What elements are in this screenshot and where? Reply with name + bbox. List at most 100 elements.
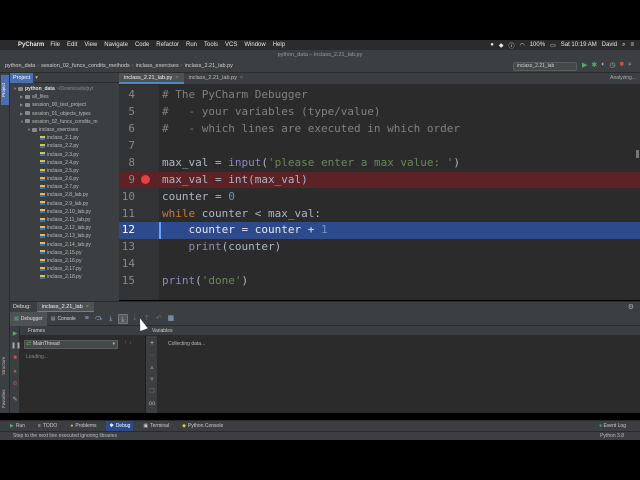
menubar-user[interactable]: David — [602, 42, 617, 48]
tab-debugger[interactable]: ▦ Debugger — [10, 311, 47, 326]
coverage-icon[interactable]: ◐ — [601, 61, 605, 69]
chevron-down-icon[interactable]: ▾ — [35, 75, 38, 81]
breadcrumb-session[interactable]: session_02_funcs_condits_methods — [41, 63, 130, 69]
tree-file[interactable]: inclass_2.7.py — [10, 183, 119, 191]
gear-icon[interactable]: ⚙ — [628, 303, 634, 311]
search-icon[interactable]: ⌕ — [622, 42, 625, 49]
battery-percent[interactable]: 100% — [530, 42, 545, 48]
tree-file[interactable]: inclass_2.11_lab.py — [10, 216, 119, 224]
step-into-my-code-icon[interactable]: ⤓ — [117, 313, 128, 324]
arrow-down-icon[interactable]: ↓ — [129, 340, 132, 346]
breakpoint-icon[interactable] — [141, 175, 150, 184]
show-execution-point-icon[interactable]: ≡ — [82, 314, 92, 324]
mute-breakpoints-icon[interactable]: ⊘ — [11, 380, 19, 388]
tree-file[interactable]: inclass_2.8_lab.py — [10, 191, 119, 199]
tree-file[interactable]: inclass_2.10_lab.py — [10, 208, 119, 216]
editor-scrollbar[interactable] — [636, 150, 639, 158]
side-tab-project[interactable]: Project — [1, 75, 9, 105]
code-editor[interactable] — [159, 85, 640, 300]
menu-help[interactable]: Help — [273, 42, 285, 48]
tree-file[interactable]: inclass_2.13_lab.py — [10, 232, 119, 240]
tree-file[interactable]: inclass_2.12_lab.py — [10, 224, 119, 232]
battery-icon[interactable]: ▭ — [550, 42, 556, 49]
tree-folder[interactable]: ▼ inclass_exercises — [10, 126, 119, 134]
tree-folder[interactable]: ▶ all_files — [10, 93, 119, 101]
menu-file[interactable]: File — [50, 42, 60, 48]
thread-select[interactable]: MainThread ▾ — [24, 340, 118, 349]
view-breakpoints-icon[interactable]: ● — [11, 368, 19, 376]
menu-tools[interactable]: Tools — [204, 42, 218, 48]
debug-icon[interactable]: ✱ — [591, 61, 597, 69]
run-icon[interactable]: ▶ — [582, 61, 587, 69]
tree-folder[interactable]: ▶ session_01_objects_types — [10, 110, 119, 118]
tree-file[interactable]: inclass_2.16.py — [10, 257, 119, 265]
tree-folder[interactable]: ▼ session_02_funcs_condits_m — [10, 118, 119, 126]
tree-file[interactable]: inclass_2.3.py — [10, 151, 119, 159]
dropbox-icon[interactable]: ◆ — [499, 42, 504, 49]
tree-file[interactable]: inclass_2.5.py — [10, 167, 119, 175]
wifi-icon[interactable]: ◠ — [519, 42, 524, 49]
remove-watch-icon[interactable]: − — [148, 352, 156, 360]
tool-debug[interactable]: ✱ Debug — [106, 420, 134, 432]
profile-icon[interactable]: ◷ — [610, 61, 616, 69]
add-watch-icon[interactable]: + — [148, 340, 156, 348]
arrow-up-icon[interactable]: ↑ — [124, 340, 127, 346]
resume-icon[interactable]: ▶ — [11, 330, 19, 338]
step-into-icon[interactable]: ⤓ — [106, 314, 116, 324]
evaluate-expression-icon[interactable]: ▦ — [166, 314, 176, 324]
tree-file[interactable]: inclass_2.4.py — [10, 159, 119, 167]
copy-icon[interactable]: ❐ — [148, 388, 156, 396]
close-icon[interactable]: × — [86, 304, 89, 310]
tree-file[interactable]: inclass_2.6.py — [10, 175, 119, 183]
menu-app-name[interactable]: PyCharm — [18, 42, 44, 48]
menu-run[interactable]: Run — [186, 42, 197, 48]
side-tab-favorites[interactable]: Favorites — [1, 385, 9, 413]
menubar-clock[interactable]: Sat 10:19 AM — [561, 42, 597, 48]
tool-python-console[interactable]: ◆ Python Console — [179, 421, 226, 432]
breadcrumb-folder[interactable]: inclass_exercises — [136, 63, 179, 69]
step-over-icon[interactable]: ⤼ — [94, 314, 104, 324]
run-to-cursor-icon[interactable]: ↶ — [154, 314, 164, 324]
tool-terminal[interactable]: ▣ Terminal — [140, 421, 172, 432]
tree-file[interactable]: inclass_2.9_lab.py — [10, 200, 119, 208]
tool-problems[interactable]: ● Problems — [67, 421, 99, 432]
glasses-icon[interactable]: oo — [148, 400, 156, 408]
tree-file[interactable]: inclass_2.14_lab.py — [10, 241, 119, 249]
control-center-icon[interactable]: ≡ — [630, 42, 634, 48]
project-panel-title[interactable]: Project — [10, 73, 34, 83]
menu-navigate[interactable]: Navigate — [104, 42, 128, 48]
tool-todo[interactable]: ≡ TODO — [35, 421, 60, 432]
tree-folder[interactable]: ▶ session_00_test_project — [10, 101, 119, 109]
menu-window[interactable]: Window — [244, 42, 265, 48]
menu-code[interactable]: Code — [135, 42, 149, 48]
move-down-icon[interactable]: ▼ — [148, 376, 156, 384]
move-up-icon[interactable]: ▲ — [148, 364, 156, 372]
breadcrumb-project[interactable]: python_data — [5, 63, 35, 69]
pause-icon[interactable]: ❚❚ — [11, 342, 21, 350]
stop-icon[interactable]: ■ — [620, 61, 624, 69]
tab-console[interactable]: ▤ Console — [47, 312, 80, 326]
tree-file[interactable]: inclass_2.18.py — [10, 273, 119, 281]
tool-run[interactable]: ▶ Run — [7, 421, 28, 432]
info-icon[interactable]: ⓘ — [508, 41, 514, 50]
breadcrumb-file[interactable]: inclass_2.21_lab.py — [185, 63, 233, 69]
editor-tab[interactable]: inclass_2.21_lab.py × — [119, 73, 184, 84]
tree-file[interactable]: inclass_2.1.py — [10, 134, 119, 142]
editor-tab[interactable]: inclass_2.21_lab.py × — [184, 73, 249, 84]
tree-file[interactable]: inclass_2.2.py — [10, 142, 119, 150]
menu-view[interactable]: View — [84, 42, 97, 48]
record-icon[interactable]: ● — [490, 42, 494, 48]
menu-edit[interactable]: Edit — [67, 42, 77, 48]
side-tab-structure[interactable]: Structure — [1, 348, 9, 383]
run-configuration-select[interactable]: inclass_2.21_lab — [513, 62, 577, 71]
tree-file[interactable]: inclass_2.15.py — [10, 249, 119, 257]
settings-icon[interactable]: ✎ — [11, 396, 19, 404]
tree-root[interactable]: ▼ python_data ~/Downloads/pyt — [10, 85, 119, 93]
stop-icon[interactable]: ■ — [11, 354, 19, 362]
close-icon[interactable]: × — [240, 75, 243, 81]
search-everywhere-icon[interactable]: ⌕ — [628, 61, 632, 69]
editor-gutter[interactable] — [119, 85, 159, 300]
menu-vcs[interactable]: VCS — [225, 42, 237, 48]
menu-refactor[interactable]: Refactor — [156, 42, 179, 48]
close-icon[interactable]: × — [175, 75, 178, 81]
